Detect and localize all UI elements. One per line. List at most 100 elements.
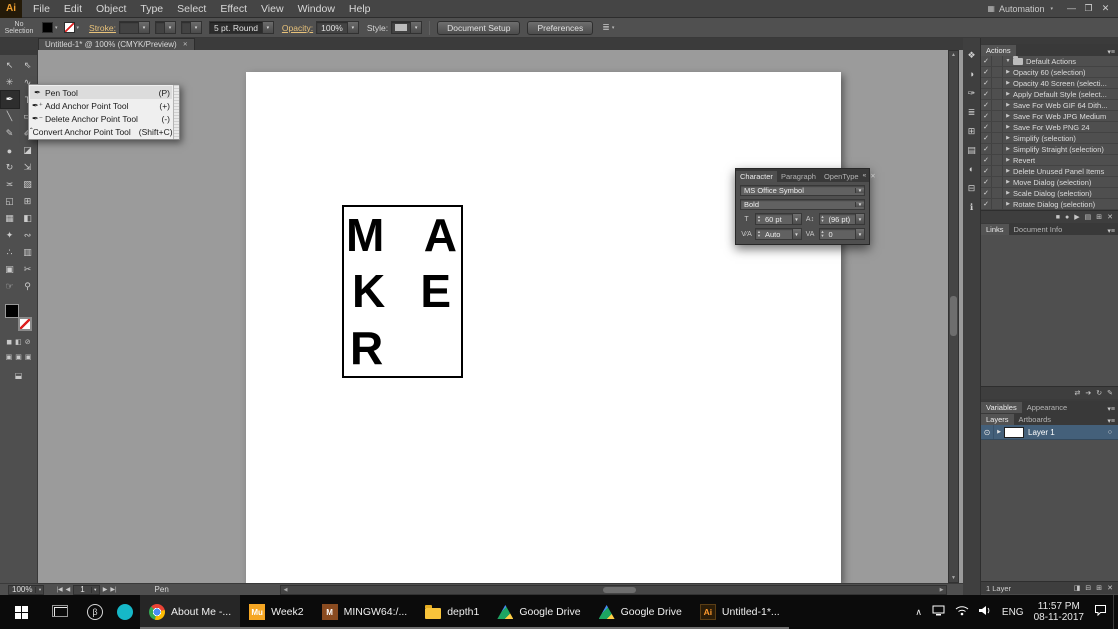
stroke-label[interactable]: Stroke: xyxy=(89,23,116,33)
tab-character[interactable]: Character xyxy=(736,171,777,182)
menu-item[interactable]: File xyxy=(26,3,57,15)
dialog-toggle-box[interactable] xyxy=(992,122,1003,132)
stroke-panel-icon[interactable]: ≣ xyxy=(968,107,976,119)
close-panel-icon[interactable]: ✕ xyxy=(870,172,875,180)
draw-behind-icon[interactable]: ▣ xyxy=(15,353,22,361)
blend-tool[interactable]: ∾ xyxy=(19,227,37,244)
taskbar-app-mingw[interactable]: M MINGW64:/... xyxy=(313,595,417,629)
swatches-panel-icon[interactable]: ⊞ xyxy=(968,126,976,138)
expand-arrow-icon[interactable]: ▶ xyxy=(1003,168,1013,174)
symbol-sprayer-tool[interactable]: ∴ xyxy=(1,244,19,261)
check-icon[interactable]: ✓ xyxy=(981,111,992,121)
action-item[interactable]: ✓ ▶ Delete Unused Panel Items xyxy=(981,166,1118,177)
action-item[interactable]: ✓ ▶ Save For Web PNG 24 xyxy=(981,122,1118,133)
info-panel-icon[interactable]: ℹ xyxy=(970,202,973,214)
panel-menu-icon[interactable]: ▾≡ xyxy=(1107,417,1118,425)
dialog-toggle-box[interactable] xyxy=(992,177,1003,187)
close-tab-icon[interactable]: ✕ xyxy=(183,41,188,48)
delete-action-icon[interactable]: ✕ xyxy=(1107,213,1113,221)
menu-item[interactable]: Help xyxy=(342,3,378,15)
draw-inside-icon[interactable]: ▣ xyxy=(25,353,32,361)
gradient-tool[interactable]: ◧ xyxy=(19,210,37,227)
expand-arrow-icon[interactable]: ▶ xyxy=(1003,124,1013,130)
check-icon[interactable]: ✓ xyxy=(981,56,992,66)
expand-arrow-icon[interactable]: ▶ xyxy=(1003,190,1013,196)
eyedropper-tool[interactable]: ✦ xyxy=(1,227,19,244)
chevron-down-icon[interactable]: ▾ xyxy=(410,22,422,33)
minimize-button[interactable]: — xyxy=(1063,3,1080,14)
menu-item[interactable]: Object xyxy=(89,3,133,15)
tab-artboards[interactable]: Artboards xyxy=(1014,414,1057,425)
scroll-up-icon[interactable]: ▲ xyxy=(949,52,958,58)
show-desktop-button[interactable] xyxy=(1113,595,1118,629)
dialog-toggle-box[interactable] xyxy=(992,56,1003,66)
artboard-letter-k[interactable]: K xyxy=(344,263,403,319)
check-icon[interactable]: ✓ xyxy=(981,177,992,187)
check-icon[interactable]: ✓ xyxy=(981,188,992,198)
font-size-field[interactable]: ▲ ▼ 60 pt ▼ xyxy=(755,213,802,225)
align-options-icon[interactable]: ≣ xyxy=(602,22,610,33)
taskbar-app-folder[interactable]: depth1 xyxy=(416,595,488,629)
none-button[interactable]: ⊘ xyxy=(25,338,31,346)
fill-color-swatch[interactable] xyxy=(42,22,53,33)
chevron-down-icon[interactable]: ▼ xyxy=(855,214,864,224)
column-graph-tool[interactable]: ▥ xyxy=(19,244,37,261)
delete-layer-icon[interactable]: ✕ xyxy=(1107,584,1113,592)
expand-arrow-icon[interactable]: ▶ xyxy=(1003,157,1013,163)
menu-item[interactable]: Window xyxy=(291,3,342,15)
chevron-down-icon[interactable]: ▼ xyxy=(855,229,864,239)
menu-item[interactable]: View xyxy=(254,3,291,15)
taskbar-app-illustrator[interactable]: Ai Untitled-1*... xyxy=(691,595,789,629)
document-tab[interactable]: Untitled-1* @ 100% (CMYK/Preview) ✕ xyxy=(38,38,195,50)
collapse-panel-icon[interactable]: « xyxy=(863,172,867,180)
monitor-icon[interactable] xyxy=(932,603,945,621)
target-circle-icon[interactable]: ○ xyxy=(1108,429,1112,436)
dialog-toggle-box[interactable] xyxy=(992,199,1003,209)
menu-item[interactable]: Select xyxy=(170,3,213,15)
go-to-link-icon[interactable]: ➔ xyxy=(1085,389,1091,397)
mesh-tool[interactable]: ▦ xyxy=(1,210,19,227)
chevron-down-icon[interactable]: ▾ xyxy=(189,22,201,33)
expand-arrow-icon[interactable]: ▶ xyxy=(1003,69,1013,75)
maker-rectangle[interactable]: M A K E R xyxy=(342,205,463,378)
width-tool[interactable]: ≍ xyxy=(1,176,19,193)
free-transform-tool[interactable]: ▧ xyxy=(19,176,37,193)
tab-paragraph[interactable]: Paragraph xyxy=(777,171,820,182)
blob-brush-tool[interactable]: ● xyxy=(1,142,19,159)
artboard[interactable]: M A K E R xyxy=(246,72,841,583)
expand-arrow-icon[interactable]: ▶ xyxy=(1003,80,1013,86)
brush-definition-dropdown[interactable]: ▾ xyxy=(180,21,202,34)
flyout-menu-item[interactable]: ✒⁻ Delete Anchor Point Tool (-) xyxy=(30,112,172,125)
close-button[interactable]: ✕ xyxy=(1097,3,1114,14)
check-icon[interactable]: ✓ xyxy=(981,67,992,77)
vertical-scroll-thumb[interactable] xyxy=(950,296,957,336)
action-item[interactable]: ✓ ▶ Save For Web GIF 64 Dith... xyxy=(981,100,1118,111)
color-panel-icon[interactable]: ◑ xyxy=(969,69,974,81)
flyout-menu-item[interactable]: ✒ Pen Tool (P) xyxy=(30,86,172,99)
chevron-down-icon[interactable]: ▼ xyxy=(855,202,864,207)
tab-actions[interactable]: Actions xyxy=(981,45,1016,56)
tab-variables[interactable]: Variables xyxy=(981,402,1022,413)
action-item[interactable]: ✓ ▶ Simplify (selection) xyxy=(981,133,1118,144)
action-item[interactable]: ✓ ▶ Scale Dialog (selection) xyxy=(981,188,1118,199)
tab-layers[interactable]: Layers xyxy=(981,414,1014,425)
first-artboard-icon[interactable]: |◀ xyxy=(56,586,62,593)
menu-item[interactable]: Type xyxy=(133,3,170,15)
volume-icon[interactable] xyxy=(978,603,992,621)
color-button[interactable]: ◼ xyxy=(6,338,12,346)
check-icon[interactable]: ✓ xyxy=(981,100,992,110)
chevron-down-icon[interactable]: ▾ xyxy=(137,22,149,33)
stroke-color-swatch[interactable] xyxy=(63,22,75,33)
direct-selection-tool[interactable]: ⇖ xyxy=(19,57,37,74)
notification-center-icon[interactable] xyxy=(1094,603,1107,621)
chevron-down-icon[interactable]: ▾ xyxy=(77,25,80,31)
scroll-down-icon[interactable]: ▼ xyxy=(949,575,958,581)
shape-builder-tool[interactable]: ◱ xyxy=(1,193,19,210)
previous-artboard-icon[interactable]: ◀ xyxy=(66,586,71,593)
expand-arrow-icon[interactable]: ▶ xyxy=(1003,146,1013,152)
slice-tool[interactable]: ✂ xyxy=(19,261,37,278)
chevron-down-icon[interactable]: ▾ xyxy=(163,22,175,33)
opacity-label[interactable]: Opacity: xyxy=(282,23,313,33)
chevron-down-icon[interactable]: ▾ xyxy=(35,586,43,593)
taskbar-app-gdrive-2[interactable]: Google Drive xyxy=(590,595,691,629)
